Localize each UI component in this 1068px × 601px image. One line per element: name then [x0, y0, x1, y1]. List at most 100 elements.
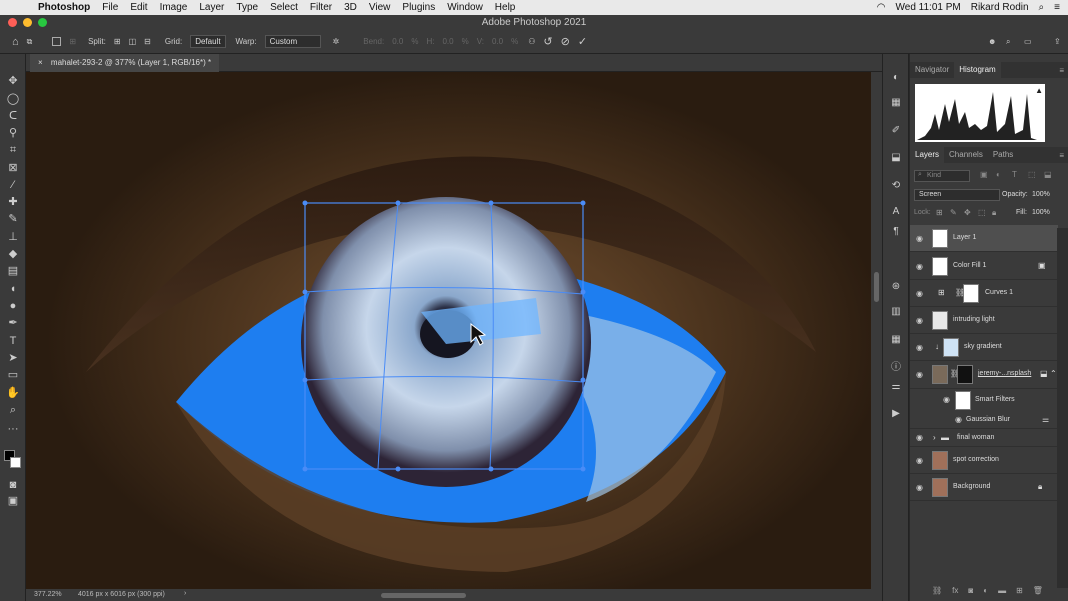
clock[interactable]: Wed 11:01 PM	[896, 2, 961, 13]
layer-row-jeremy-unsplash[interactable]: ◉ ⛓ jeremy-...nsplash ⬓ ⌃	[910, 361, 1058, 389]
transform-icon[interactable]: ⧉	[27, 37, 33, 47]
minimize-window-button[interactable]	[23, 18, 32, 27]
share-icon[interactable]: ⇪	[1054, 37, 1061, 46]
more-tools-icon[interactable]: ···	[6, 422, 20, 436]
visibility-eye-icon[interactable]: ◉	[916, 370, 923, 379]
layer-row-final-woman[interactable]: ◉ › ▬ final woman	[910, 429, 1058, 447]
layer-row-smart-filters[interactable]: ◉ Smart Filters	[910, 389, 1058, 411]
clipping-warning-icon[interactable]: ▲	[1035, 86, 1043, 95]
visibility-eye-icon[interactable]: ◉	[916, 343, 923, 352]
screen-mode-icon[interactable]: ▣	[6, 494, 20, 508]
filter-type-icon[interactable]: T	[1012, 170, 1017, 179]
wifi-icon[interactable]: ◠	[877, 2, 886, 13]
add-mask-icon[interactable]: ◙	[968, 586, 973, 601]
layer-row-spot-correction[interactable]: ◉ spot correction	[910, 447, 1058, 474]
swatches-panel-icon[interactable]: ▦	[890, 97, 902, 109]
new-group-icon[interactable]: ▬	[998, 586, 1006, 601]
zoom-level[interactable]: 377.22%	[34, 591, 62, 598]
menu-type[interactable]: Type	[236, 2, 258, 13]
expand-chevron-icon[interactable]: ›	[933, 433, 936, 442]
tab-layers[interactable]: Layers	[910, 147, 945, 163]
adjustments-panel-icon[interactable]: ⊛	[890, 281, 902, 293]
layer-name[interactable]: jeremy-...nsplash	[978, 370, 1031, 377]
horizontal-scroll-thumb[interactable]	[381, 593, 466, 598]
marquee-tool-icon[interactable]: ◯	[6, 92, 20, 106]
info-panel-icon[interactable]: ⓘ	[890, 362, 902, 374]
quick-select-tool-icon[interactable]: ⚲	[6, 126, 20, 140]
warp-orientation-icon[interactable]: ✲	[333, 37, 340, 46]
vertical-scroll-thumb[interactable]	[874, 272, 879, 302]
menu-help[interactable]: Help	[495, 2, 516, 13]
dodge-tool-icon[interactable]: ●	[6, 299, 20, 313]
menu-view[interactable]: View	[369, 2, 391, 13]
layer-name[interactable]: spot correction	[953, 456, 999, 463]
hand-tool-icon[interactable]: ✋	[6, 386, 20, 400]
character-panel-icon[interactable]: A	[890, 206, 902, 218]
gradient-tool-icon[interactable]: ▤	[6, 264, 20, 278]
lock-transparent-icon[interactable]: ⊞	[936, 208, 943, 217]
close-window-button[interactable]	[8, 18, 17, 27]
collapse-icon[interactable]: ⌃	[1050, 369, 1057, 378]
layer-name[interactable]: intruding light	[953, 316, 995, 323]
filter-shape-icon[interactable]: ⬚	[1028, 170, 1036, 179]
reference-point-checkbox[interactable]	[52, 37, 62, 46]
menu-image[interactable]: Image	[160, 2, 188, 13]
menu-plugins[interactable]: Plugins	[402, 2, 435, 13]
layer-row-background[interactable]: ◉ Background 🔒︎	[910, 474, 1058, 501]
zoom-window-button[interactable]	[38, 18, 47, 27]
layer-name[interactable]: Color Fill 1	[953, 262, 986, 269]
menu-window[interactable]: Window	[447, 2, 483, 13]
v-input[interactable]: 0.0	[492, 37, 503, 46]
visibility-eye-icon[interactable]: ◉	[916, 234, 923, 243]
layer-name[interactable]: final woman	[957, 434, 994, 441]
layer-style-icon[interactable]: fx	[952, 586, 958, 601]
tab-histogram[interactable]: Histogram	[954, 62, 1001, 78]
tab-navigator[interactable]: Navigator	[910, 62, 954, 78]
layer-name[interactable]: Smart Filters	[975, 396, 1015, 403]
opacity-input[interactable]: 100%	[1032, 191, 1050, 198]
frame-tool-icon[interactable]: ⊠	[6, 161, 20, 175]
lasso-tool-icon[interactable]: ᑕ	[6, 109, 20, 123]
layer-name[interactable]: Layer 1	[953, 234, 976, 241]
fill-input[interactable]: 100%	[1032, 209, 1050, 216]
split-cross-icon[interactable]: ⊞	[114, 37, 121, 46]
canvas-vertical-scrollbar[interactable]	[871, 72, 882, 589]
layer-name[interactable]: Background	[953, 483, 990, 490]
patterns-panel-icon[interactable]: ▦	[890, 334, 902, 346]
menu-3d[interactable]: 3D	[344, 2, 357, 13]
layer-name[interactable]: Gaussian Blur	[966, 416, 1010, 423]
menu-filter[interactable]: Filter	[310, 2, 332, 13]
bend-input[interactable]: 0.0	[392, 37, 403, 46]
color-panel-icon[interactable]: ◐	[890, 72, 902, 84]
delete-layer-icon[interactable]: 🗑︎	[1033, 586, 1043, 601]
type-tool-icon[interactable]: T	[6, 334, 20, 348]
actions-panel-icon[interactable]: ▶	[890, 408, 902, 420]
menu-edit[interactable]: Edit	[130, 2, 147, 13]
layer-mask-thumbnail[interactable]	[963, 284, 979, 303]
lock-artboard-icon[interactable]: ⬚	[978, 208, 986, 217]
layer-row-color-fill-1[interactable]: ◉ Color Fill 1 ▣	[910, 253, 1058, 280]
panel-menu-icon[interactable]: ≡	[1059, 66, 1064, 75]
visibility-eye-icon[interactable]: ◉	[916, 433, 923, 442]
tab-channels[interactable]: Channels	[944, 147, 988, 163]
menu-layer[interactable]: Layer	[199, 2, 224, 13]
menu-file[interactable]: File	[102, 2, 118, 13]
filter-mask-thumbnail[interactable]	[955, 391, 971, 410]
control-center-icon[interactable]: ≡	[1054, 2, 1060, 13]
search-icon[interactable]: ⌕	[1006, 37, 1010, 47]
history-panel-icon[interactable]: ⟲	[890, 180, 902, 192]
layer-filter-input[interactable]: Kind	[914, 170, 970, 182]
canvas[interactable]	[26, 72, 871, 589]
layer-row-gaussian-blur[interactable]: ◉ Gaussian Blur ⚌	[910, 411, 1058, 429]
layer-name[interactable]: sky gradient	[964, 343, 1002, 350]
visibility-eye-icon[interactable]: ◉	[916, 289, 923, 298]
layers-menu-icon[interactable]: ≡	[1059, 151, 1064, 160]
close-tab-icon[interactable]: ×	[38, 58, 43, 67]
layer-name[interactable]: Curves 1	[985, 289, 1013, 296]
rectangle-tool-icon[interactable]: ▭	[6, 368, 20, 382]
path-select-tool-icon[interactable]: ➤	[6, 351, 20, 365]
layer-row-sky-gradient[interactable]: ◉ ↓ sky gradient	[910, 334, 1058, 361]
crop-tool-icon[interactable]: ⌗	[6, 143, 20, 157]
status-chevron-icon[interactable]: ›	[184, 590, 186, 597]
lock-all-icon[interactable]: 🔒︎	[992, 208, 996, 218]
